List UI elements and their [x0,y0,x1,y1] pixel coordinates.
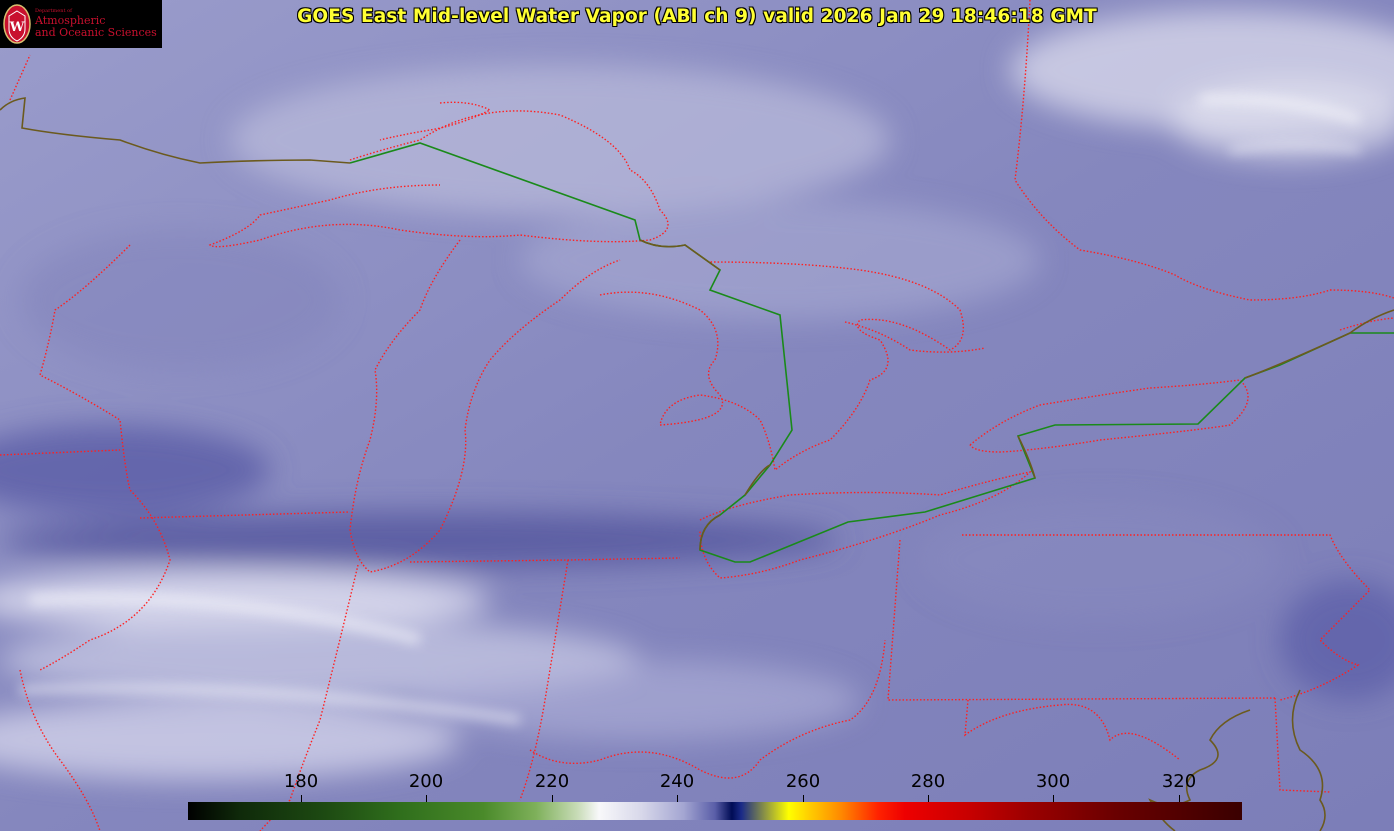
colorbar-tick [301,795,302,802]
colorbar-label-200: 200 [408,771,444,792]
colorbar-tick [928,795,929,802]
colorbar-label-180: 180 [283,771,319,792]
colorbar-label-260: 260 [785,771,821,792]
colorbar-label-280: 280 [910,771,946,792]
colorbar-tick [1053,795,1054,802]
image-title: GOES East Mid-level Water Vapor (ABI ch … [0,6,1394,27]
colorbar-tick [1179,795,1180,802]
colorbar-tick [677,795,678,802]
water-vapor-map [0,0,1394,831]
colorbar-gradient [188,802,1242,820]
colorbar-label-220: 220 [534,771,570,792]
colorbar-tick [426,795,427,802]
logo-name-line2: and Oceanic Sciences [35,26,157,39]
colorbar-label-320: 320 [1161,771,1197,792]
colorbar-tick [803,795,804,802]
image-title-text: GOES East Mid-level Water Vapor (ABI ch … [297,6,1097,27]
colorbar-tick [552,795,553,802]
colorbar-label-240: 240 [659,771,695,792]
colorbar-label-300: 300 [1035,771,1071,792]
